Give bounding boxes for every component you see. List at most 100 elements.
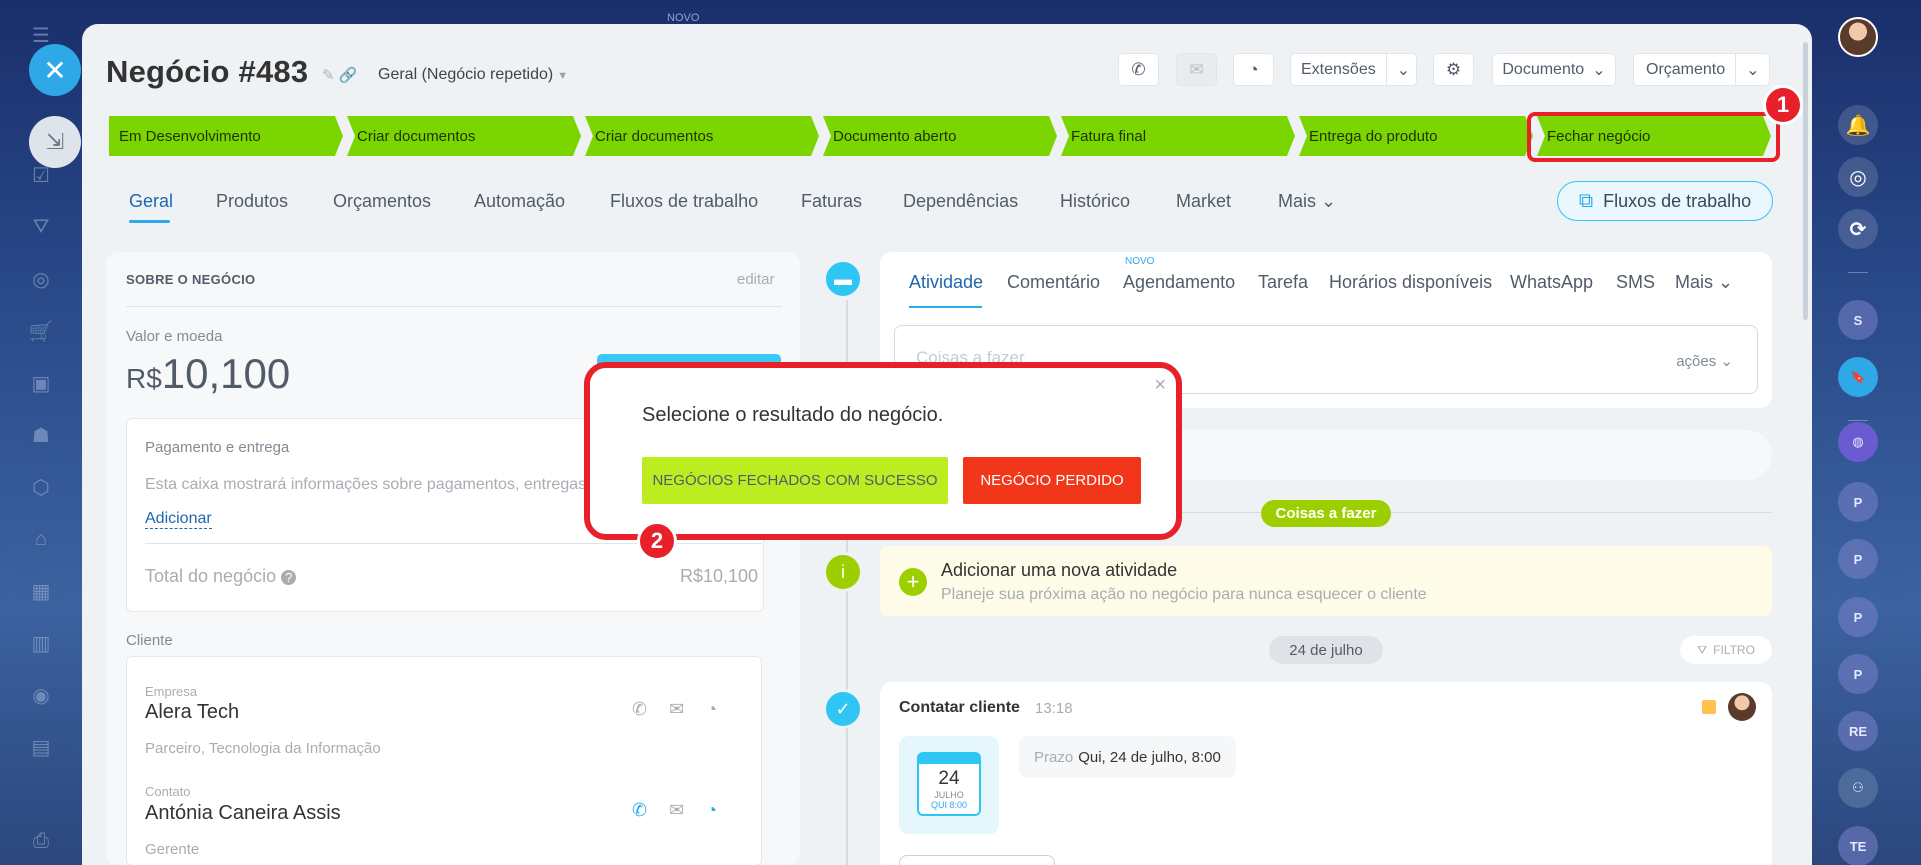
- rail-chat-item[interactable]: S: [1838, 300, 1878, 340]
- contact-name[interactable]: Antónia Caneira Assis: [145, 802, 341, 825]
- mail-icon[interactable]: ✉: [669, 800, 684, 821]
- novo-top-label: NOVO: [667, 12, 700, 24]
- tab-mais-activity[interactable]: Mais ⌄: [1675, 272, 1733, 293]
- rail-chat-item[interactable]: TE: [1838, 826, 1878, 865]
- tab-faturas[interactable]: Faturas: [801, 191, 862, 212]
- chat-sync-icon[interactable]: ⟳: [1838, 209, 1878, 249]
- stage-item[interactable]: Criar documentos: [585, 116, 819, 156]
- company-contact-icons: ✆ ✉ ◔: [632, 699, 717, 720]
- user-avatar[interactable]: [1838, 17, 1878, 57]
- tab-sms[interactable]: SMS: [1616, 272, 1655, 293]
- stage-item[interactable]: Criar documentos: [347, 116, 581, 156]
- settings-button[interactable]: ⚙: [1433, 53, 1474, 86]
- tab-atividade[interactable]: Atividade: [909, 272, 983, 293]
- annotation-badge-1: 1: [1763, 85, 1803, 125]
- deal-won-button[interactable]: NEGÓCIOS FECHADOS COM SUCESSO: [642, 457, 948, 504]
- close-slider-button[interactable]: ✕: [29, 44, 81, 96]
- chat-icon[interactable]: ◔: [706, 800, 717, 821]
- rail-chat-item[interactable]: P: [1838, 539, 1878, 579]
- plus-icon[interactable]: +: [899, 568, 927, 596]
- deal-result-popup: × Selecione o resultado do negócio. NEGÓ…: [584, 362, 1182, 540]
- filter-button[interactable]: ⛛ FILTRO: [1680, 636, 1772, 664]
- cart-icon[interactable]: 🛒: [26, 316, 56, 346]
- document-button[interactable]: Documento ⌄: [1492, 53, 1616, 86]
- popup-title: Selecione o resultado do negócio.: [642, 404, 944, 426]
- total-value: R$10,100: [680, 566, 759, 586]
- edit-title-icon[interactable]: ✎ 🔗: [322, 66, 357, 84]
- contact-label: Contato: [145, 784, 191, 799]
- collapse-slider-button[interactable]: ⇲: [29, 116, 81, 168]
- copilot-icon[interactable]: ◍: [1838, 422, 1878, 462]
- tab-horarios[interactable]: Horários disponíveis: [1329, 272, 1492, 293]
- phone-icon[interactable]: ✆: [632, 800, 647, 821]
- stage-item[interactable]: Em Desenvolvimento: [109, 116, 343, 156]
- printer-icon[interactable]: ⎙: [26, 826, 56, 856]
- responsible-avatar[interactable]: [1728, 693, 1756, 721]
- tab-tarefa[interactable]: Tarefa: [1258, 272, 1308, 293]
- tab-geral[interactable]: Geral: [129, 191, 173, 212]
- store-icon[interactable]: ⌂: [26, 524, 56, 554]
- chat-icon[interactable]: ◔: [706, 699, 717, 720]
- robot-icon[interactable]: ☗: [26, 420, 56, 450]
- tab-agendamento[interactable]: Agendamento: [1123, 272, 1235, 293]
- tab-historico[interactable]: Histórico: [1060, 191, 1130, 212]
- help-icon[interactable]: ?: [281, 570, 297, 585]
- quote-button[interactable]: Orçamento ⌄: [1633, 53, 1770, 86]
- tab-whatsapp[interactable]: WhatsApp: [1510, 272, 1593, 293]
- highlight-box: [1527, 112, 1780, 162]
- chat-button[interactable]: ◔: [1233, 53, 1274, 86]
- stage-item[interactable]: Entrega do produto: [1299, 116, 1533, 156]
- bookmark-icon[interactable]: 🔖: [1838, 357, 1878, 397]
- crm-filter-icon[interactable]: ⛛: [26, 212, 56, 242]
- rail-chat-item[interactable]: RE: [1838, 711, 1878, 751]
- rail-chat-item[interactable]: P: [1838, 482, 1878, 522]
- pipeline-selector[interactable]: Geral (Negócio repetido) ▼: [378, 66, 568, 84]
- tab-mais-label: Mais: [1278, 191, 1317, 211]
- new-activity-card[interactable]: + Adicionar uma nova atividade Planeje s…: [880, 546, 1772, 616]
- chevron-down-icon: ▼: [557, 70, 569, 82]
- mail-icon[interactable]: ✉: [669, 699, 684, 720]
- chevron-down-icon: ⌄: [1720, 353, 1733, 370]
- tab-orcamentos[interactable]: Orçamentos: [333, 191, 431, 212]
- card-icon[interactable]: ▣: [26, 368, 56, 398]
- call-button[interactable]: ✆: [1118, 53, 1159, 86]
- company-name[interactable]: Alera Tech: [145, 701, 239, 724]
- workflows-button[interactable]: ⧉ Fluxos de trabalho: [1557, 181, 1773, 221]
- target-icon[interactable]: ◎: [26, 264, 56, 294]
- filter-label: FILTRO: [1713, 643, 1755, 657]
- docs-icon[interactable]: ▤: [26, 732, 56, 762]
- rail-chat-item[interactable]: P: [1838, 654, 1878, 694]
- actions-dropdown[interactable]: ações ⌄: [1676, 352, 1733, 370]
- edit-link[interactable]: editar: [737, 271, 775, 288]
- scrollbar[interactable]: [1803, 42, 1808, 320]
- notifications-icon[interactable]: 🔔: [1838, 105, 1878, 145]
- tab-comentario[interactable]: Comentário: [1007, 272, 1100, 293]
- extensions-button[interactable]: Extensões ⌄: [1290, 53, 1417, 86]
- phone-icon[interactable]: ✆: [632, 699, 647, 720]
- calendar-icon[interactable]: ▦: [26, 576, 56, 606]
- stage-item[interactable]: Documento aberto: [823, 116, 1057, 156]
- support-icon[interactable]: ◉: [26, 680, 56, 710]
- quote-label: Orçamento: [1646, 60, 1726, 78]
- email-button[interactable]: ✉: [1176, 53, 1217, 86]
- box-icon[interactable]: ⬡: [26, 472, 56, 502]
- rail-chat-item[interactable]: P: [1838, 597, 1878, 637]
- tab-fluxos[interactable]: Fluxos de trabalho: [610, 191, 758, 212]
- target-icon[interactable]: ◎: [1838, 157, 1878, 197]
- tab-dependencias[interactable]: Dependências: [903, 191, 1018, 212]
- deal-lost-button[interactable]: NEGÓCIO PERDIDO: [963, 457, 1141, 504]
- close-icon[interactable]: ×: [1154, 374, 1166, 397]
- deadline-chip[interactable]: Prazo Qui, 24 de julho, 8:00: [1019, 736, 1236, 778]
- tab-market[interactable]: Market: [1176, 191, 1231, 212]
- group-avatar[interactable]: ⚇: [1838, 768, 1878, 808]
- task-action-button[interactable]: [899, 855, 1055, 865]
- stage-item[interactable]: Fatura final: [1061, 116, 1295, 156]
- tab-automacao[interactable]: Automação: [474, 191, 565, 212]
- chat-icon: ◔: [1248, 59, 1259, 79]
- tab-produtos[interactable]: Produtos: [216, 191, 288, 212]
- task-title[interactable]: Contatar cliente: [899, 699, 1020, 717]
- add-payment-link[interactable]: Adicionar: [145, 510, 212, 529]
- chart-icon[interactable]: ▥: [26, 628, 56, 658]
- deal-amount[interactable]: R$10,100: [126, 350, 290, 398]
- tab-mais[interactable]: Mais ⌄: [1278, 191, 1336, 212]
